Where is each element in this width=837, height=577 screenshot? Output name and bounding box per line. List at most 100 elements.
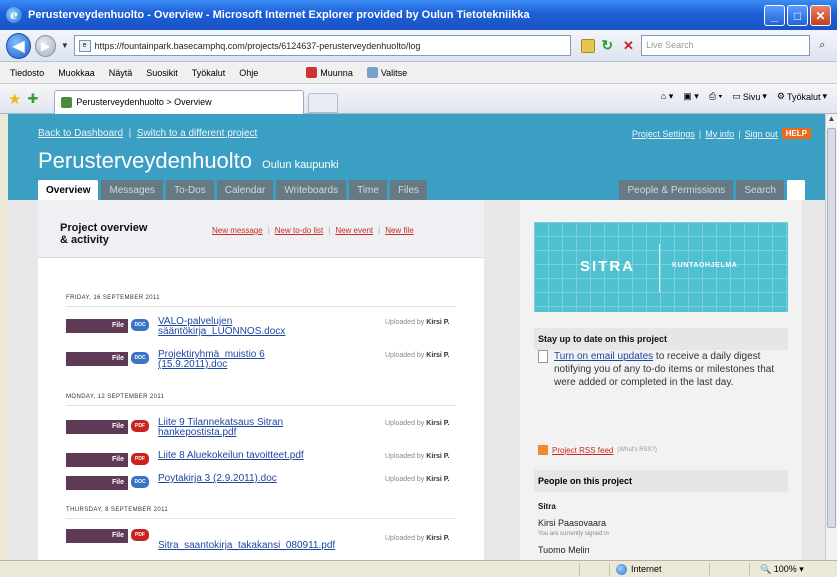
home-button[interactable]: ⌂ ▾ xyxy=(661,91,673,102)
tab-messages[interactable]: Messages xyxy=(101,180,164,200)
menu-view[interactable]: Näytä xyxy=(109,68,133,78)
address-url: https://fountainpark.basecamphq.com/proj… xyxy=(94,40,421,51)
file-link[interactable]: Poytakirja 3 (2.9.2011).doc xyxy=(158,474,388,484)
file-badge: File xyxy=(66,319,128,333)
menu-help[interactable]: Ohje xyxy=(239,68,258,78)
window-title: Perusterveydenhuolto - Overview - Micros… xyxy=(28,9,530,21)
overview-actions: New message | New to-do list | New event | … xyxy=(212,226,414,235)
page-menu[interactable]: ▭ Sivu ▾ xyxy=(732,91,767,102)
overview-header: Project overview & activity New message |… xyxy=(38,200,484,258)
file-link[interactable]: Liite 8 Aluekokeilun tavoitteet.pdf xyxy=(158,451,388,461)
switch-project-link[interactable]: Switch to a different project xyxy=(137,128,257,139)
uploaded-label: Uploaded by xyxy=(385,476,425,483)
back-to-dashboard-link[interactable]: Back to Dashboard xyxy=(38,128,123,139)
file-link[interactable]: Projektiryhmä_muistio 6 (15.9.2011).doc xyxy=(158,350,328,370)
tab-overview[interactable]: Overview xyxy=(38,180,99,200)
banner-text: KUNTAOHJELMA xyxy=(672,262,738,269)
new-tab-button[interactable] xyxy=(308,92,339,113)
history-dropdown-icon[interactable]: ▼ xyxy=(60,41,70,50)
email-updates-text: Turn on email updates to receive a daily… xyxy=(554,350,784,389)
file-link[interactable]: VALO-palvelujen sääntökirja_LUONNOS.docx xyxy=(158,317,328,337)
window-controls: _ □ ✕ xyxy=(764,5,831,26)
refresh-icon[interactable]: ↻ xyxy=(599,37,616,55)
email-updates-link[interactable]: Turn on email updates xyxy=(554,351,653,362)
file-badge: File xyxy=(66,476,128,490)
file-link[interactable]: Sitra_saantokirja_takakansi_080911.pdf xyxy=(158,541,398,551)
new-file-link[interactable]: New file xyxy=(385,226,413,235)
tab-label: Perusterveydenhuolto > Overview xyxy=(76,97,212,107)
tab-files[interactable]: Files xyxy=(389,180,428,200)
new-message-link[interactable]: New message xyxy=(212,226,263,235)
select-button[interactable]: Valitse xyxy=(366,67,407,78)
sign-out-link[interactable]: Sign out xyxy=(745,129,778,139)
convert-label: Muunna xyxy=(320,67,353,78)
new-event-link[interactable]: New event xyxy=(335,226,373,235)
tab-calendar[interactable]: Calendar xyxy=(216,180,274,200)
feeds-button[interactable]: ▣ ▾ xyxy=(683,91,699,102)
vertical-scrollbar[interactable]: ▲ xyxy=(825,114,837,560)
sitra-banner[interactable]: SITRA KUNTAOHJELMA xyxy=(534,222,788,312)
browser-tab[interactable]: Perusterveydenhuolto > Overview xyxy=(54,89,305,114)
file-badge: File xyxy=(66,529,128,543)
file-badge: File xyxy=(66,420,128,434)
my-info-link[interactable]: My info xyxy=(705,129,734,139)
zoom-control[interactable]: 🔍 100% ▾ xyxy=(750,564,804,575)
person-name[interactable]: Tuomo Melin xyxy=(538,545,590,555)
tab-todos[interactable]: To-Dos xyxy=(166,180,214,200)
trash-icon[interactable] xyxy=(787,180,805,200)
activity-row: File DOC VALO-palvelujen sääntökirja_LUO… xyxy=(66,317,476,339)
maximize-button[interactable]: □ xyxy=(787,5,808,26)
address-field[interactable]: e https://fountainpark.basecamphq.com/pr… xyxy=(73,35,572,56)
command-bar: ⌂ ▾ ▣ ▾ ⎙ ▾ ▭ Sivu ▾ ⚙ Työkalut ▾ xyxy=(661,91,827,102)
print-button[interactable]: ⎙ ▾ xyxy=(709,91,722,102)
day-heading: MONDAY, 12 SEPTEMBER 2011 xyxy=(66,394,165,400)
forward-button[interactable]: ▶ xyxy=(34,34,57,57)
security-zone: Internet xyxy=(610,562,710,576)
scroll-thumb[interactable] xyxy=(827,128,836,528)
pdf-file-icon: PDF xyxy=(131,420,149,432)
menu-favorites[interactable]: Suosikit xyxy=(146,68,178,78)
tab-search[interactable]: Search xyxy=(736,180,784,200)
tab-people-permissions[interactable]: People & Permissions xyxy=(619,180,734,200)
pdf-file-icon: PDF xyxy=(131,529,149,541)
minimize-button[interactable]: _ xyxy=(764,5,785,26)
tab-time[interactable]: Time xyxy=(349,180,387,200)
menu-edit[interactable]: Muokkaa xyxy=(58,68,95,78)
uploaded-by: Uploaded by Kirsi P. xyxy=(385,319,449,326)
globe-icon xyxy=(616,563,627,575)
lock-icon[interactable] xyxy=(581,38,595,53)
add-favorite-icon[interactable]: ✚ xyxy=(27,91,38,107)
person-name[interactable]: Kirsi Paasovaara xyxy=(538,518,606,528)
favorites-star-icon[interactable]: ★ xyxy=(8,90,21,108)
back-button[interactable]: ◀ xyxy=(6,32,31,59)
status-cell xyxy=(580,562,610,576)
project-settings-link[interactable]: Project Settings xyxy=(632,129,695,139)
uploaded-label: Uploaded by xyxy=(385,420,425,427)
new-todo-list-link[interactable]: New to-do list xyxy=(275,226,323,235)
uploader-name: Kirsi P. xyxy=(426,420,450,427)
menu-tools[interactable]: Työkalut xyxy=(192,68,226,78)
scroll-up-icon[interactable]: ▲ xyxy=(826,114,837,126)
sidebar: SITRA KUNTAOHJELMA Stay up to date on th… xyxy=(520,200,802,560)
activity-row: File DOC Poytakirja 3 (2.9.2011).doc Upl… xyxy=(66,474,476,496)
menu-file[interactable]: Tiedosto xyxy=(10,68,44,78)
project-name: Perusterveydenhuolto xyxy=(38,148,253,173)
day-heading: FRIDAY, 16 SEPTEMBER 2011 xyxy=(66,295,161,301)
stop-icon[interactable]: ✕ xyxy=(620,37,637,55)
uploaded-label: Uploaded by xyxy=(385,453,425,460)
rss-feed-link[interactable]: Project RSS feed xyxy=(552,446,613,455)
whats-rss-link[interactable]: (What's RSS?) xyxy=(617,447,657,453)
account-links: Project Settings | My info | Sign out HELP xyxy=(632,128,811,139)
banner-divider xyxy=(659,244,660,292)
help-button[interactable]: HELP xyxy=(781,128,811,139)
uploaded-by: Uploaded by Kirsi P. xyxy=(385,535,449,542)
search-icon[interactable]: ⌕ xyxy=(814,37,831,55)
banner-pattern xyxy=(534,222,788,312)
tools-menu[interactable]: ⚙ Työkalut ▾ xyxy=(777,91,827,102)
close-button[interactable]: ✕ xyxy=(810,5,831,26)
tab-writeboards[interactable]: Writeboards xyxy=(276,180,347,200)
file-link[interactable]: Liite 9 Tilannekatsaus Sitran hankeposti… xyxy=(158,418,328,438)
convert-button[interactable]: Muunna xyxy=(306,67,353,78)
uploader-name: Kirsi P. xyxy=(426,352,450,359)
search-input[interactable]: Live Search xyxy=(641,35,810,56)
